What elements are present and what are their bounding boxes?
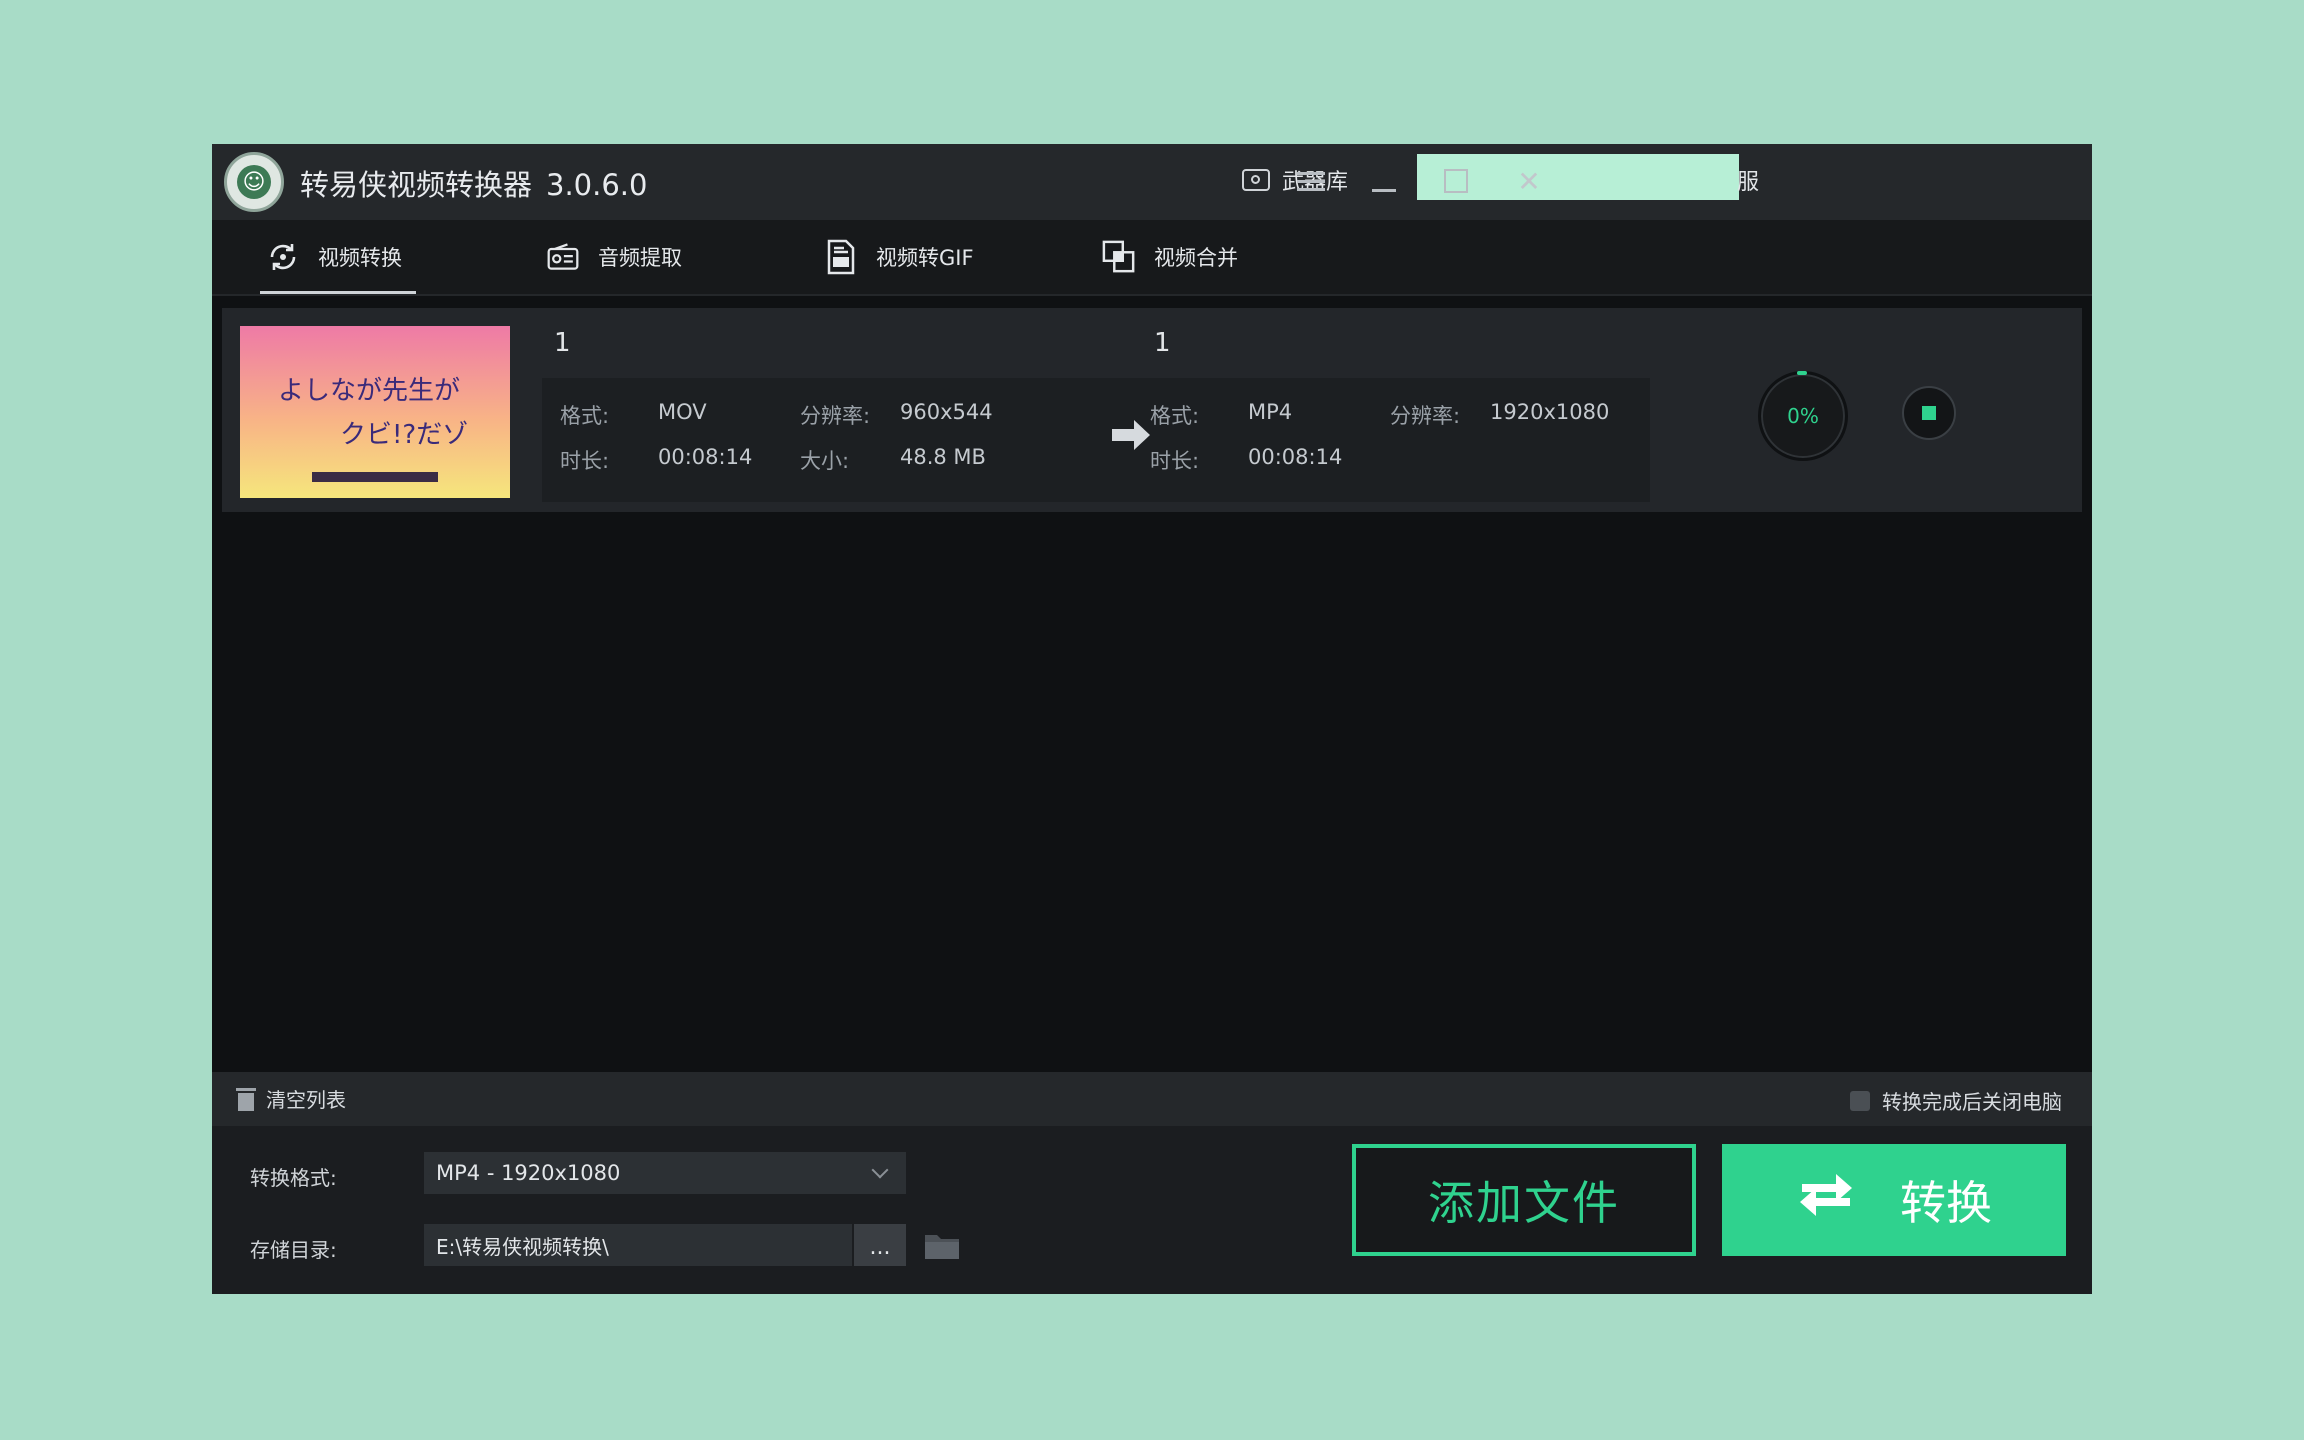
thumbnail-subtitle-bar [312, 472, 438, 482]
format-select-value: MP4 - 1920x1080 [436, 1161, 621, 1185]
source-format: MOV [658, 400, 707, 424]
minimize-icon[interactable] [1367, 164, 1401, 198]
toolbox-icon [1242, 169, 1270, 191]
document-icon [824, 239, 858, 275]
shutdown-label: 转换完成后关闭电脑 [1882, 1090, 2062, 1114]
target-format-label: 格式: [1150, 404, 1200, 428]
source-format-label: 格式: [560, 404, 610, 428]
clear-list-button[interactable]: 清空列表 [236, 1084, 346, 1113]
source-duration-label: 时长: [560, 449, 610, 473]
source-size-label: 大小: [800, 449, 850, 473]
tab-video-gif[interactable]: 视频转GIF [824, 220, 974, 294]
maximize-icon[interactable] [1439, 164, 1473, 198]
source-file-name[interactable]: 1 [554, 328, 571, 358]
tab-bar: 视频转换 音频提取 视频转GIF 视频合并 [212, 220, 2092, 296]
target-format: MP4 [1248, 400, 1293, 424]
merge-icon [1102, 240, 1136, 274]
file-list-item[interactable]: よしなが先生が クビ!?だゾ 1 1 格式: MOV 分辨率: 960x544 … [222, 308, 2082, 512]
target-resolution: 1920x1080 [1490, 400, 1610, 424]
menu-icon[interactable] [1294, 164, 1328, 198]
title-bar: ☺ 转易侠视频转换器 3.0.6.0 武器库 服 ✕ [212, 144, 2092, 220]
progress-ring: 0% [1758, 371, 1848, 461]
source-duration: 00:08:14 [658, 445, 753, 469]
chevron-down-icon [871, 1161, 889, 1179]
tab-video-convert[interactable]: 视频转换 [260, 220, 416, 294]
target-duration-label: 时长: [1150, 449, 1200, 473]
source-resolution-label: 分辨率: [800, 404, 871, 428]
format-label: 转换格式: [250, 1166, 337, 1190]
convert-button[interactable]: 转换 [1722, 1144, 2066, 1256]
service-link[interactable]: 服 [1737, 164, 1759, 196]
stop-button[interactable] [1902, 386, 1956, 440]
target-resolution-label: 分辨率: [1390, 404, 1461, 428]
bottom-panel: 转换格式: MP4 - 1920x1080 存储目录: E:\转易侠视频转换\ … [212, 1126, 2092, 1294]
open-folder-icon[interactable] [924, 1232, 960, 1260]
app-window: ☺ 转易侠视频转换器 3.0.6.0 武器库 服 ✕ 视频转换 音频提取 视频转… [212, 144, 2092, 1294]
tab-label: 音频提取 [598, 246, 682, 270]
app-logo-icon: ☺ [224, 152, 284, 212]
tab-label: 视频转换 [318, 246, 402, 270]
shutdown-after-convert-checkbox[interactable]: 转换完成后关闭电脑 [1850, 1086, 2062, 1115]
swap-arrows-icon [1796, 1166, 1856, 1235]
close-icon[interactable]: ✕ [1512, 164, 1546, 198]
output-dir-field[interactable]: E:\转易侠视频转换\ [424, 1224, 852, 1266]
source-resolution: 960x544 [900, 400, 993, 424]
list-toolbar: 清空列表 转换完成后关闭电脑 [212, 1072, 2092, 1126]
tab-label: 视频转GIF [876, 246, 974, 270]
file-info-panel: 格式: MOV 分辨率: 960x544 时长: 00:08:14 大小: 48… [542, 378, 1650, 502]
thumbnail-caption-1: よしなが先生が [278, 376, 461, 406]
convert-label: 转换 [1900, 1176, 1992, 1230]
arrow-right-icon [1110, 418, 1152, 456]
trash-icon [236, 1087, 256, 1111]
app-title: 转易侠视频转换器 3.0.6.0 [300, 162, 647, 204]
add-file-button[interactable]: 添加文件 [1352, 1144, 1696, 1256]
checkbox-box[interactable] [1850, 1090, 1870, 1111]
tab-label: 视频合并 [1154, 246, 1238, 270]
stop-icon [1922, 406, 1936, 420]
clear-list-label: 清空列表 [266, 1088, 346, 1112]
convert-icon [266, 240, 300, 274]
app-name: 转易侠视频转换器 [300, 168, 533, 202]
target-file-name[interactable]: 1 [1154, 328, 1171, 358]
target-duration: 00:08:14 [1248, 445, 1343, 469]
tab-video-merge[interactable]: 视频合并 [1102, 220, 1238, 294]
browse-button[interactable]: ... [854, 1224, 906, 1266]
radio-icon [546, 240, 580, 274]
format-select[interactable]: MP4 - 1920x1080 [424, 1152, 906, 1194]
source-size: 48.8 MB [900, 445, 986, 469]
video-thumbnail: よしなが先生が クビ!?だゾ [240, 326, 510, 498]
tab-audio-extract[interactable]: 音频提取 [546, 220, 682, 294]
output-dir-label: 存储目录: [250, 1238, 337, 1262]
thumbnail-caption-2: クビ!?だゾ [340, 420, 469, 450]
app-version: 3.0.6.0 [546, 168, 648, 202]
